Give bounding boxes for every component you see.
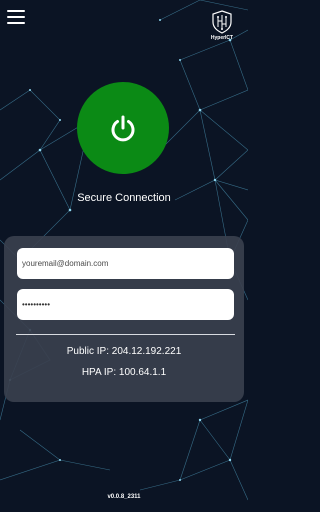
brand-name: HyperICT: [210, 35, 234, 41]
brand-logo: HyperICT: [208, 10, 236, 41]
menu-bar: [7, 10, 25, 12]
public-ip-label: Public IP: 204.12.192.221: [66, 346, 182, 357]
connection-status-title: Secure Connection: [77, 192, 171, 204]
hpa-ip-label: HPA IP: 100.64.1.1: [81, 367, 167, 378]
app-version: v0.0.8_2311: [107, 494, 141, 500]
power-icon: [111, 115, 135, 142]
connect-power-button[interactable]: [77, 82, 169, 174]
email-field[interactable]: [17, 248, 234, 279]
hamburger-menu-icon[interactable]: [7, 10, 25, 24]
login-panel: Public IP: 204.12.192.221 HPA IP: 100.64…: [4, 236, 244, 402]
menu-bar: [7, 16, 25, 18]
shield-circuit-logo-icon: [212, 10, 232, 34]
password-field[interactable]: [17, 289, 234, 320]
menu-bar: [7, 22, 25, 24]
divider: [16, 334, 235, 335]
